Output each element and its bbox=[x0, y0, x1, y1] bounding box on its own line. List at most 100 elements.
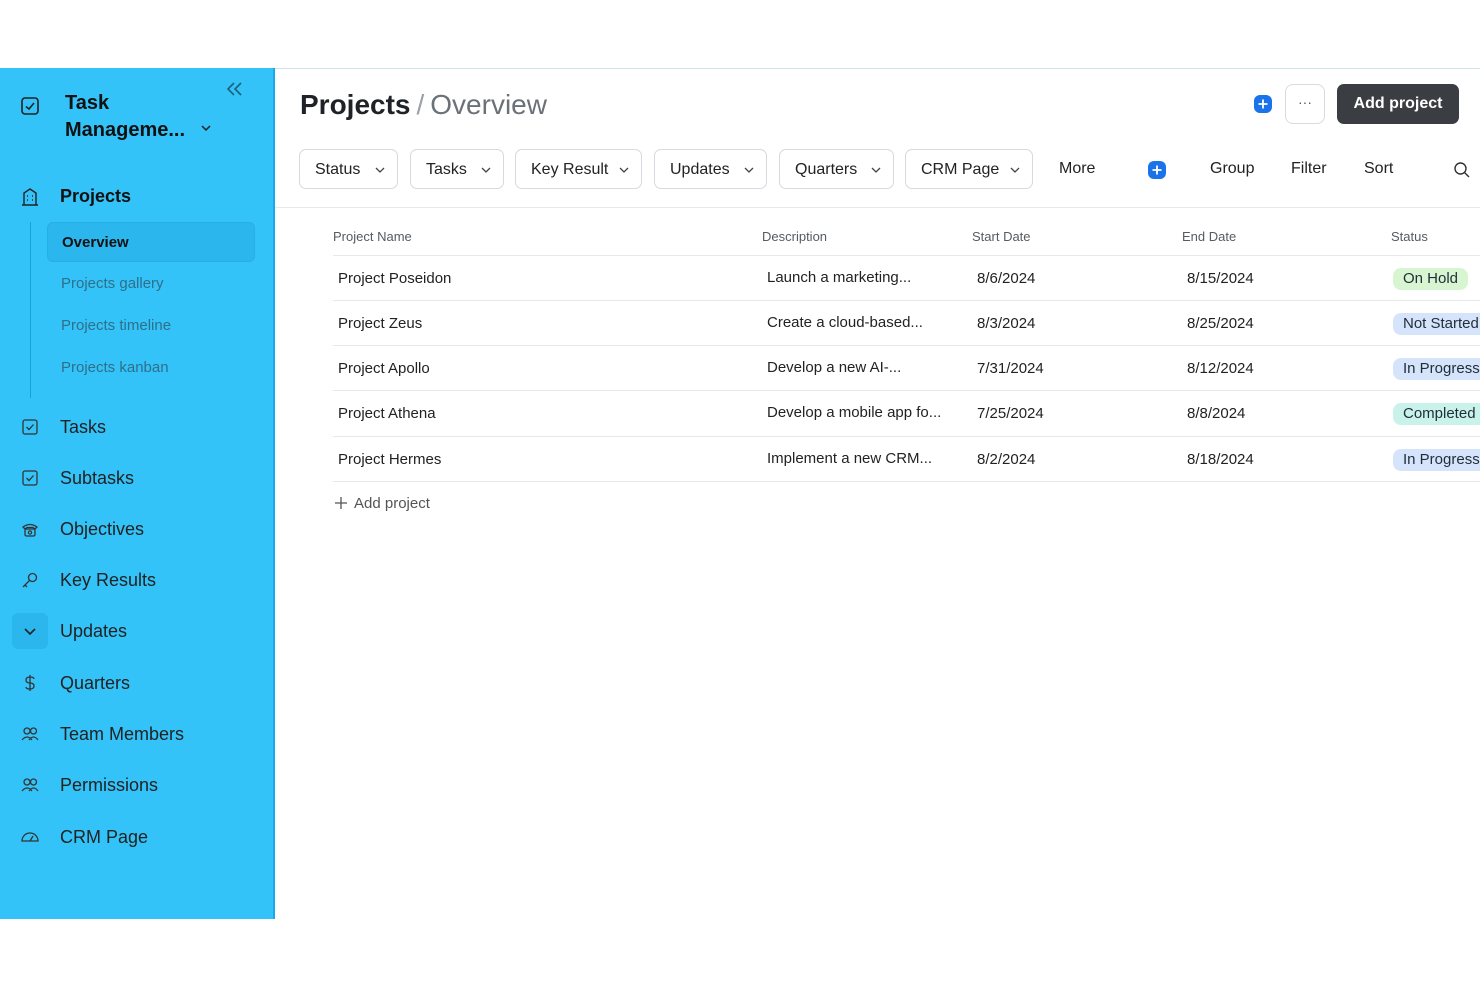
sidebar-item-key-results[interactable]: Key Results bbox=[10, 560, 265, 600]
tab-label: Updates bbox=[670, 161, 730, 178]
sidebar-subitem-overview[interactable]: Overview bbox=[47, 222, 255, 262]
cell-description[interactable]: Create a cloud-based... bbox=[767, 314, 923, 331]
sidebar-item-tasks[interactable]: Tasks bbox=[10, 407, 265, 447]
sidebar-item-label: Quarters bbox=[60, 673, 131, 693]
sidebar-subitem-gallery[interactable]: Projects gallery bbox=[47, 264, 255, 304]
chevron-down-icon bbox=[1010, 167, 1020, 173]
tab-updates[interactable]: Updates bbox=[654, 149, 767, 189]
projects-subnav: Overview Projects gallery Projects timel… bbox=[30, 222, 260, 398]
chevron-down-icon[interactable] bbox=[20, 621, 40, 641]
cell-project-name[interactable]: Project Zeus bbox=[338, 315, 422, 332]
chevron-down-icon bbox=[619, 167, 629, 173]
tab-tasks[interactable]: Tasks bbox=[410, 149, 504, 189]
cell-end-date[interactable]: 8/8/2024 bbox=[1187, 405, 1245, 422]
sidebar-item-subtasks[interactable]: Subtasks bbox=[10, 458, 265, 498]
sidebar-item-label: Key Results bbox=[60, 570, 157, 590]
sidebar-item-label: CRM Page bbox=[60, 827, 149, 847]
cell-start-date[interactable]: 8/6/2024 bbox=[977, 270, 1035, 287]
tab-label: Quarters bbox=[795, 161, 858, 178]
group-button[interactable]: Group bbox=[1210, 160, 1254, 178]
breadcrumb: Projects / Overview bbox=[300, 89, 547, 121]
collapse-left-icon[interactable] bbox=[224, 78, 246, 100]
table-row[interactable]: Project Hermes Implement a new CRM... 8/… bbox=[333, 436, 1480, 482]
cell-start-date[interactable]: 7/25/2024 bbox=[977, 405, 1044, 422]
app-frame: Task Manageme... Projects Overview Proje… bbox=[0, 68, 1480, 919]
status-badge[interactable]: Completed bbox=[1393, 403, 1480, 425]
status-badge[interactable]: In Progress bbox=[1393, 358, 1480, 380]
sidebar-subitem-kanban[interactable]: Projects kanban bbox=[47, 348, 255, 388]
dollar-icon bbox=[25, 675, 35, 691]
tab-label: Key Result bbox=[531, 161, 609, 178]
sidebar-item-updates[interactable]: Updates bbox=[10, 611, 265, 651]
sidebar-item-label: Team Members bbox=[60, 724, 185, 744]
tab-quarters[interactable]: Quarters bbox=[779, 149, 894, 189]
cell-description[interactable]: Implement a new CRM... bbox=[767, 450, 932, 467]
cell-start-date[interactable]: 8/3/2024 bbox=[977, 315, 1035, 332]
chevron-down-icon bbox=[201, 125, 211, 132]
cell-project-name[interactable]: Project Poseidon bbox=[338, 270, 451, 287]
sidebar-item-label: Subtasks bbox=[60, 468, 135, 488]
table-row[interactable]: Project Athena Develop a mobile app fo..… bbox=[333, 390, 1480, 436]
sidebar-item-objectives[interactable]: Objectives bbox=[10, 509, 265, 549]
tab-status[interactable]: Status bbox=[299, 149, 398, 189]
tab-crm-page[interactable]: CRM Page bbox=[905, 149, 1033, 189]
cell-project-name[interactable]: Project Hermes bbox=[338, 451, 441, 468]
column-header-description[interactable]: Description bbox=[762, 229, 827, 244]
sidebar: Task Manageme... Projects Overview Proje… bbox=[0, 68, 275, 919]
chevron-down-icon bbox=[744, 167, 754, 173]
cell-description[interactable]: Launch a marketing... bbox=[767, 269, 911, 286]
column-header-end-date[interactable]: End Date bbox=[1182, 229, 1236, 244]
more-options-button[interactable]: ··· bbox=[1285, 84, 1325, 124]
cell-start-date[interactable]: 7/31/2024 bbox=[977, 360, 1044, 377]
building-icon bbox=[22, 188, 38, 206]
gauge-icon bbox=[21, 832, 39, 842]
sidebar-item-crm-page[interactable]: CRM Page bbox=[10, 817, 265, 857]
status-badge[interactable]: On Hold bbox=[1393, 268, 1469, 290]
column-header-project-name[interactable]: Project Name bbox=[333, 229, 412, 244]
sidebar-item-label: Updates bbox=[60, 621, 128, 641]
cell-end-date[interactable]: 8/12/2024 bbox=[1187, 360, 1254, 377]
table-row[interactable]: Project Zeus Create a cloud-based... 8/3… bbox=[333, 300, 1480, 346]
cell-project-name[interactable]: Project Apollo bbox=[338, 360, 430, 377]
tab-label: Tasks bbox=[426, 161, 467, 178]
people-icon bbox=[21, 778, 39, 792]
sidebar-item-team-members[interactable]: Team Members bbox=[10, 714, 265, 754]
add-view-icon[interactable] bbox=[1147, 160, 1167, 180]
table-row[interactable]: Project Apollo Develop a new AI-... 7/31… bbox=[333, 345, 1480, 391]
column-header-status[interactable]: Status bbox=[1391, 229, 1428, 244]
sidebar-item-projects[interactable]: Projects bbox=[0, 180, 275, 214]
page-title[interactable]: Projects bbox=[300, 89, 411, 120]
add-project-button[interactable]: Add project bbox=[1337, 84, 1459, 124]
checkbox-icon bbox=[22, 470, 38, 486]
cell-end-date[interactable]: 8/25/2024 bbox=[1187, 315, 1254, 332]
phone-icon bbox=[21, 523, 39, 537]
search-icon[interactable] bbox=[1452, 160, 1472, 180]
cell-end-date[interactable]: 8/15/2024 bbox=[1187, 270, 1254, 287]
plus-circle-icon[interactable] bbox=[1253, 94, 1273, 114]
plus-icon bbox=[335, 497, 347, 509]
add-project-row[interactable]: Add project bbox=[333, 491, 533, 521]
more-tabs-button[interactable]: More bbox=[1059, 160, 1095, 178]
sidebar-item-label: Objectives bbox=[60, 519, 145, 539]
status-badge[interactable]: Not Started bbox=[1393, 313, 1480, 335]
breadcrumb-separator: / bbox=[416, 89, 425, 120]
sidebar-item-label: Permissions bbox=[60, 775, 159, 795]
main-content: Projects / Overview ··· Add project Status… bbox=[275, 68, 1480, 919]
sidebar-item-permissions[interactable]: Permissions bbox=[10, 765, 265, 805]
chevron-down-icon bbox=[871, 167, 881, 173]
sort-button[interactable]: Sort bbox=[1364, 160, 1393, 178]
sidebar-item-quarters[interactable]: Quarters bbox=[10, 663, 265, 703]
checkbox-icon bbox=[22, 419, 38, 435]
sidebar-subitem-timeline[interactable]: Projects timeline bbox=[47, 306, 255, 346]
cell-description[interactable]: Develop a new AI-... bbox=[767, 359, 901, 376]
cell-description[interactable]: Develop a mobile app fo... bbox=[767, 404, 941, 421]
cell-end-date[interactable]: 8/18/2024 bbox=[1187, 451, 1254, 468]
table-row[interactable]: Project Poseidon Launch a marketing... 8… bbox=[333, 255, 1480, 301]
chevron-down-icon bbox=[481, 167, 491, 173]
tab-key-result[interactable]: Key Result bbox=[515, 149, 642, 189]
column-header-start-date[interactable]: Start Date bbox=[972, 229, 1031, 244]
status-badge[interactable]: In Progress bbox=[1393, 449, 1480, 471]
cell-start-date[interactable]: 8/2/2024 bbox=[977, 451, 1035, 468]
filter-button[interactable]: Filter bbox=[1291, 160, 1327, 178]
cell-project-name[interactable]: Project Athena bbox=[338, 405, 436, 422]
